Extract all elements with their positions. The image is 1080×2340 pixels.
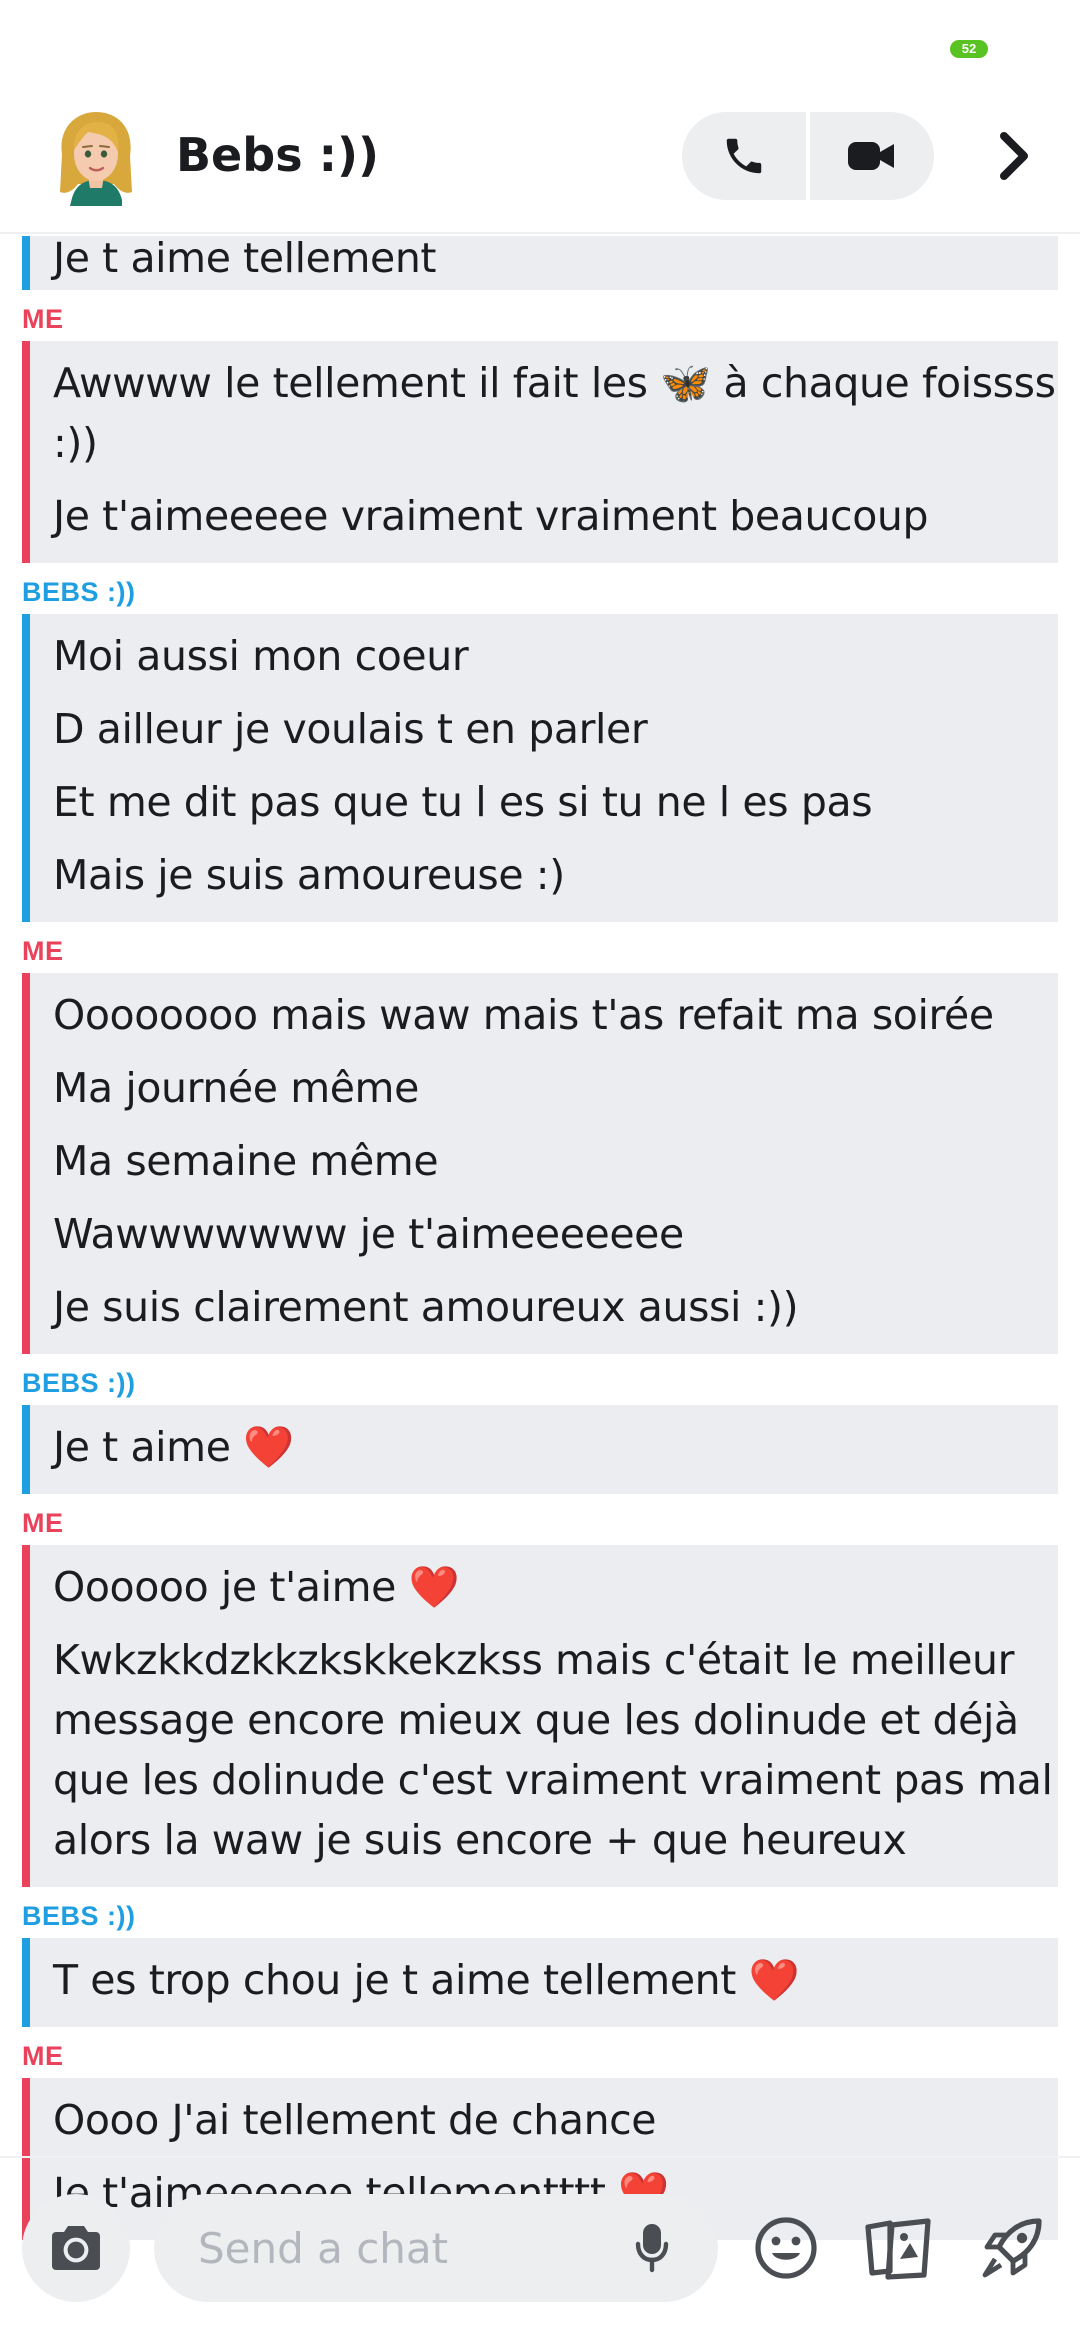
video-camera-icon xyxy=(848,142,894,170)
chat-header: Bebs :)) xyxy=(0,100,1080,236)
message[interactable]: Oooooooo mais waw mais t'as refait ma so… xyxy=(53,985,1058,1058)
message[interactable]: Je t aime ❤️ xyxy=(53,1417,1058,1490)
message[interactable]: Moi aussi mon coeur xyxy=(53,626,1058,699)
battery-indicator: 52 xyxy=(950,40,988,58)
message[interactable]: Wawwwwwww je t'aimeeeeeee xyxy=(53,1204,1058,1277)
message[interactable]: Mais je suis amoureuse :) xyxy=(53,845,1058,918)
voice-call-button[interactable] xyxy=(682,112,806,200)
chevron-right-button[interactable] xyxy=(984,122,1044,190)
message-group-me: Awwww le tellement il fait les 🦋 à chaqu… xyxy=(22,341,1058,563)
cards-button[interactable] xyxy=(858,2208,938,2288)
sender-label-them: BEBS :)) xyxy=(22,577,136,607)
games-button[interactable] xyxy=(972,2208,1052,2288)
message[interactable]: Ma journée même xyxy=(53,1058,1058,1131)
message[interactable]: T es trop chou je t aime tellement ❤️ xyxy=(53,1950,1058,2023)
emoji-button[interactable] xyxy=(746,2208,826,2288)
message[interactable]: D ailleur je voulais t en parler xyxy=(53,699,1058,772)
sender-label-me: ME xyxy=(22,304,64,334)
composer-divider xyxy=(0,2156,1080,2158)
chat-input[interactable] xyxy=(198,2216,618,2280)
sender-label-me: ME xyxy=(22,1508,64,1538)
message[interactable]: Et me dit pas que tu l es si tu ne l es … xyxy=(53,772,1058,845)
message[interactable]: Ma semaine même xyxy=(53,1131,1058,1204)
message-group-them: Moi aussi mon coeur D ailleur je voulais… xyxy=(22,614,1058,922)
message[interactable]: Je t aime tellement xyxy=(53,236,1058,286)
sender-label-them: BEBS :)) xyxy=(22,1901,136,1931)
sender-label-me: ME xyxy=(22,2041,64,2071)
video-call-button[interactable] xyxy=(810,112,934,200)
message[interactable]: Oooooo je t'aime ❤️ xyxy=(53,1557,1058,1630)
message[interactable]: Kwkzkkdzkkzkskkekzkss mais c'était le me… xyxy=(53,1630,1058,1883)
smiley-icon xyxy=(755,2217,817,2279)
message-group-them: T es trop chou je t aime tellement ❤️ xyxy=(22,1938,1058,2027)
microphone-icon xyxy=(635,2224,669,2273)
chat-thread: Je t aime tellement ME Awwww le tellemen… xyxy=(0,236,1080,2240)
message[interactable]: Awwww le tellement il fait les 🦋 à chaqu… xyxy=(53,353,1058,486)
message[interactable]: Je t'aimeeeee vraiment vraiment beaucoup xyxy=(53,486,1058,559)
sender-label-them: BEBS :)) xyxy=(22,1368,136,1398)
rocket-icon xyxy=(982,2218,1042,2278)
call-buttons xyxy=(682,112,934,200)
contact-name[interactable]: Bebs :)) xyxy=(176,128,379,182)
camera-button[interactable] xyxy=(22,2194,130,2302)
microphone-button[interactable] xyxy=(622,2218,682,2278)
phone-icon xyxy=(726,138,762,174)
message-group-me: Oooooooo mais waw mais t'as refait ma so… xyxy=(22,973,1058,1354)
bitmoji-avatar-icon xyxy=(60,112,132,206)
chevron-right-icon xyxy=(1000,132,1028,180)
message[interactable]: Je suis clairement amoureux aussi :)) xyxy=(53,1277,1058,1350)
status-bar: 52 xyxy=(0,0,1080,100)
message-group-them: Je t aime tellement xyxy=(22,236,1058,290)
chat-input-container xyxy=(154,2194,718,2302)
avatar[interactable] xyxy=(52,110,140,206)
sender-label-me: ME xyxy=(22,936,64,966)
cards-icon xyxy=(865,2218,931,2280)
message-group-me: Oooooo je t'aime ❤️ Kwkzkkdzkkzkskkekzks… xyxy=(22,1545,1058,1887)
message[interactable]: Oooo J'ai tellement de chance xyxy=(53,2090,1058,2163)
composer-bar xyxy=(0,2190,1080,2310)
camera-icon xyxy=(52,2226,100,2270)
message-group-them: Je t aime ❤️ xyxy=(22,1405,1058,1494)
